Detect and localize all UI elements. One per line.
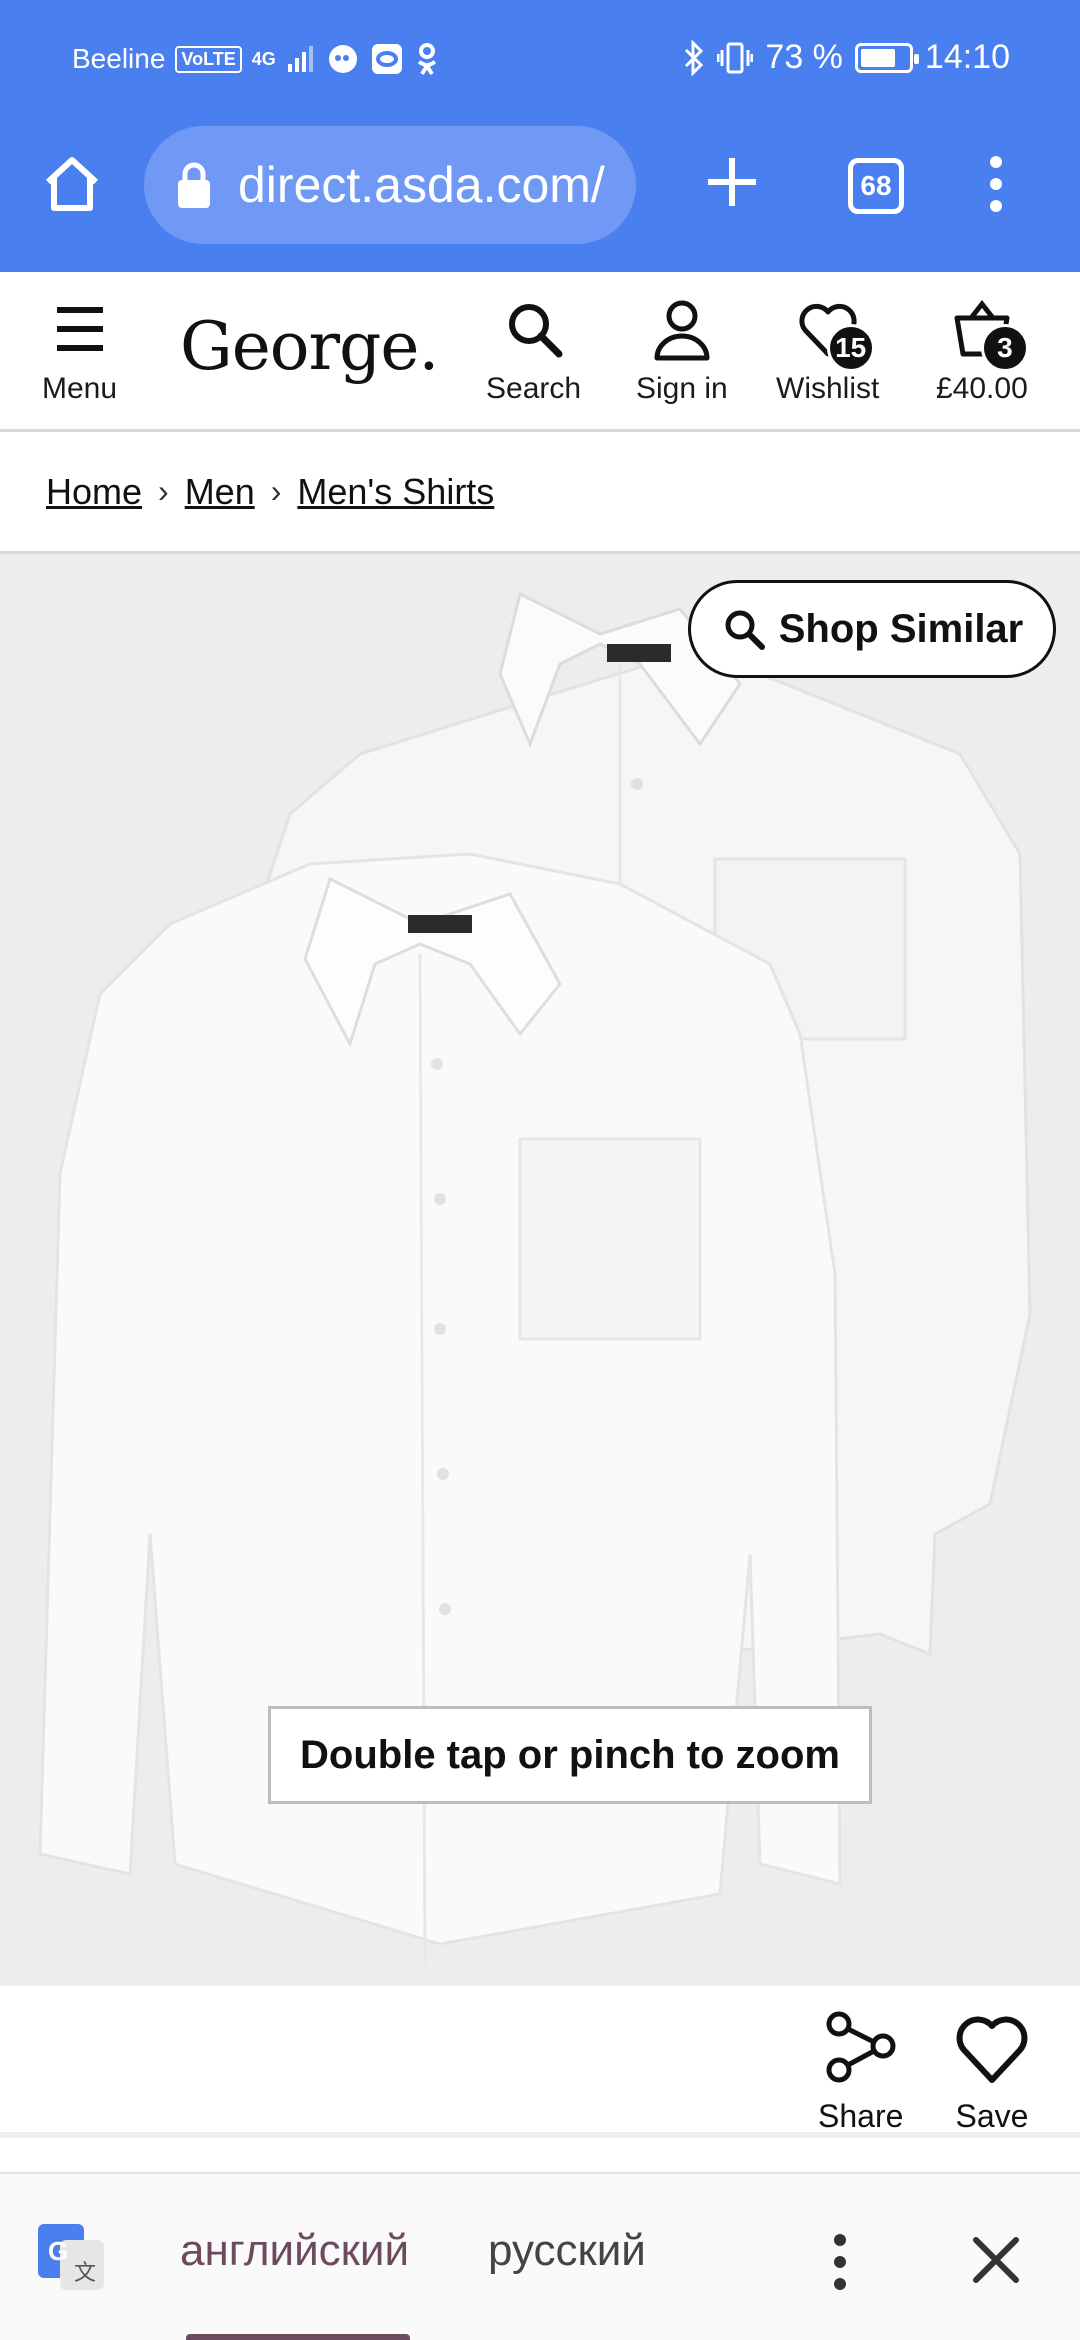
svg-text:文: 文 [74,2261,96,2286]
search-button[interactable]: Search [486,296,581,406]
zoom-hint-tooltip: Double tap or pinch to zoom [268,1706,872,1804]
search-icon [508,304,563,358]
network-type: 4G [251,48,276,69]
svg-text:G: G [48,2236,68,2266]
volte-indicator: VoLTE [175,45,242,73]
user-icon [654,300,710,361]
wishlist-label: Wishlist [776,372,880,405]
more-menu-icon[interactable] [976,152,1016,216]
ok-icon [417,43,436,76]
selected-language-indicator [186,2334,410,2340]
lock-icon [178,162,210,208]
translate-bar: G 文 английский русский [0,2172,1080,2340]
messenger-icon [328,45,357,73]
menu-label: Menu [42,372,118,405]
search-icon [725,610,765,650]
heart-icon [956,2016,1028,2083]
target-language-tab[interactable]: русский [488,2226,646,2276]
shop-similar-button[interactable]: Shop Similar [688,580,1056,678]
product-image-area[interactable]: Shop Similar Double tap or pinch to zoom [0,554,1080,1986]
breadcrumb: Home › Men › Men's Shirts [0,432,1080,554]
status-left: Beeline VoLTE 4G [72,42,440,76]
breadcrumb-men[interactable]: Men [185,471,255,513]
signal-icon [287,46,313,72]
basket-count-badge: 3 [980,324,1029,372]
browser-toolbar: direct.asda.com/ 68 [0,122,1080,272]
share-icon [826,2011,896,2083]
share-button[interactable]: Share [818,2008,903,2135]
battery-percent: 73 % [765,38,843,76]
share-label: Share [818,2098,904,2134]
bluetooth-icon [685,39,704,76]
basket-icon-wrap: 3 [949,296,1029,372]
breadcrumb-mens-shirts[interactable]: Men's Shirts [297,471,494,513]
carrier-name: Beeline [72,43,166,74]
menu-button[interactable]: Menu [42,296,117,406]
site-header: Menu George. Search Sign in 15 Wishlist … [0,272,1080,432]
battery-icon [854,42,919,73]
wishlist-count-badge: 15 [826,324,875,372]
basket-button[interactable]: 3 £40.00 [936,296,1029,406]
status-right: 73 % 14:10 [683,38,1010,77]
signin-label: Sign in [636,372,728,405]
wishlist-button[interactable]: 15 Wishlist [776,296,879,406]
search-label: Search [486,372,582,405]
signin-button[interactable]: Sign in [636,296,728,406]
new-tab-icon[interactable] [700,150,764,214]
home-icon[interactable] [40,152,104,216]
clock: 14:10 [924,38,1010,76]
wishlist-icon-wrap: 15 [795,296,875,372]
chevron-right-icon: › [158,473,169,509]
tab-switcher-button[interactable]: 68 [848,158,904,214]
save-label: Save [955,2098,1029,2134]
hamburger-icon [56,307,103,351]
google-translate-icon: G 文 [38,2224,104,2290]
app-icon [371,44,402,74]
george-logo[interactable]: George. [180,308,439,385]
status-bar: Beeline VoLTE 4G 73 % 14:10 [0,0,1080,122]
source-language-tab[interactable]: английский [180,2226,409,2276]
url-text: direct.asda.com/ [238,157,605,213]
chevron-right-icon: › [270,473,282,509]
breadcrumb-home[interactable]: Home [46,471,142,513]
product-actions: Share Save [0,1986,1080,2138]
more-options-icon[interactable] [820,2230,860,2294]
battery-level [860,48,895,67]
shop-similar-label: Shop Similar [778,606,1024,651]
save-button[interactable]: Save [952,2008,1032,2135]
close-icon[interactable] [966,2230,1026,2290]
basket-total: £40.00 [936,372,1028,405]
vibrate-icon [717,42,754,73]
address-bar[interactable]: direct.asda.com/ [144,126,636,244]
